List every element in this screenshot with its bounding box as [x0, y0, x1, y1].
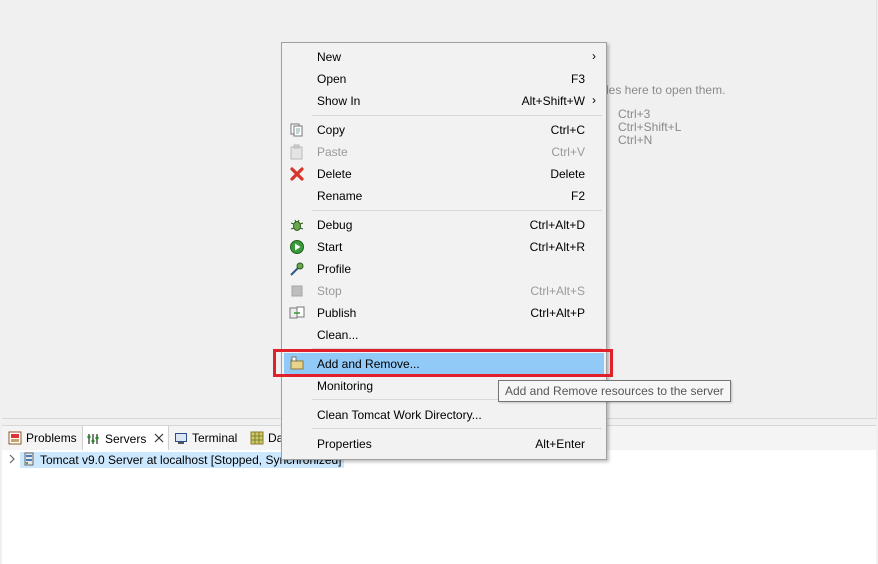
- tomcat-server-icon: [22, 452, 36, 469]
- menu-item-clean-tomcat-work-directory[interactable]: Clean Tomcat Work Directory...: [284, 404, 604, 426]
- menu-item-stop[interactable]: Stop Ctrl+Alt+S: [284, 280, 604, 302]
- menu-item-label: Rename: [317, 189, 363, 203]
- menu-item-start[interactable]: Start Ctrl+Alt+R: [284, 236, 604, 258]
- profile-icon: [289, 261, 305, 277]
- close-tab-icon[interactable]: [154, 432, 164, 446]
- menu-item-label: Properties: [317, 437, 372, 451]
- debug-icon: [289, 217, 305, 233]
- annotation-highlight-box: [273, 349, 613, 377]
- menu-item-rename[interactable]: Rename F2: [284, 185, 604, 207]
- start-icon: [289, 239, 305, 255]
- menu-item-label: Paste: [317, 145, 348, 159]
- menu-item-label: Open: [317, 72, 347, 86]
- tooltip: Add and Remove resources to the server: [498, 380, 731, 402]
- menu-item-open[interactable]: Open F3: [284, 68, 604, 90]
- menu-separator: [312, 428, 602, 429]
- paste-icon: [289, 144, 305, 160]
- stop-icon: [289, 283, 305, 299]
- servers-icon: [87, 432, 101, 446]
- terminal-icon: [174, 431, 188, 445]
- tab-terminal-label: Terminal: [192, 431, 238, 445]
- menu-item-label: New: [317, 50, 342, 64]
- menu-item-accel: Alt+Shift+W: [521, 94, 585, 108]
- menu-item-accel: Ctrl+C: [550, 123, 585, 137]
- menu-item-accel: Ctrl+V: [551, 145, 585, 159]
- menu-item-label: Delete: [317, 167, 352, 181]
- menu-item-label: Monitoring: [317, 379, 374, 393]
- publish-icon: [289, 305, 305, 321]
- menu-item-accel: Ctrl+Alt+D: [529, 218, 585, 232]
- menu-item-accel: Ctrl+Alt+P: [530, 306, 585, 320]
- tab-servers-label: Servers: [105, 431, 147, 446]
- menu-item-copy[interactable]: Copy Ctrl+C: [284, 119, 604, 141]
- menu-item-accel: Ctrl+Alt+S: [530, 284, 585, 298]
- submenu-arrow-icon: ›: [592, 93, 596, 107]
- menu-item-clean[interactable]: Clean...: [284, 324, 604, 346]
- menu-item-label: Start: [317, 240, 343, 254]
- delete-icon: [289, 166, 305, 182]
- menu-item-accel: Delete: [550, 167, 585, 181]
- menu-item-label: Publish: [317, 306, 357, 320]
- menu-item-publish[interactable]: Publish Ctrl+Alt+P: [284, 302, 604, 324]
- menu-item-accel: Ctrl+Alt+R: [529, 240, 585, 254]
- servers-view: Tomcat v9.0 Server at localhost [Stopped…: [2, 450, 876, 564]
- menu-item-profile[interactable]: Profile: [284, 258, 604, 280]
- menu-item-accel: F3: [570, 72, 585, 86]
- shortcut-hint-1: Ctrl+3: [618, 107, 651, 121]
- submenu-arrow-icon: ›: [592, 49, 596, 63]
- menu-item-new[interactable]: New ›: [284, 46, 604, 68]
- drop-files-hint: les here to open them.: [606, 83, 726, 97]
- tooltip-text: Add and Remove resources to the server: [505, 384, 724, 398]
- tab-servers[interactable]: Servers: [82, 426, 170, 451]
- problems-icon: [8, 431, 22, 445]
- chevron-right-icon[interactable]: [8, 453, 16, 467]
- copy-icon: [289, 122, 305, 138]
- menu-separator: [312, 115, 602, 116]
- shortcut-hint-2: Ctrl+Shift+L: [618, 120, 682, 134]
- menu-item-label: Copy: [317, 123, 346, 137]
- menu-item-paste[interactable]: Paste Ctrl+V: [284, 141, 604, 163]
- menu-item-accel: Alt+Enter: [535, 437, 585, 451]
- menu-item-label: Stop: [317, 284, 342, 298]
- menu-item-debug[interactable]: Debug Ctrl+Alt+D: [284, 214, 604, 236]
- menu-item-label: Clean...: [317, 328, 359, 342]
- menu-item-label: Profile: [317, 262, 352, 276]
- menu-item-label: Show In: [317, 94, 361, 108]
- menu-item-show-in[interactable]: Show In Alt+Shift+W ›: [284, 90, 604, 112]
- menu-item-label: Debug: [317, 218, 353, 232]
- tab-problems-label: Problems: [26, 431, 77, 445]
- tab-problems[interactable]: Problems: [4, 426, 81, 450]
- menu-separator: [312, 210, 602, 211]
- menu-item-label: Clean Tomcat Work Directory...: [317, 408, 482, 422]
- menu-item-accel: F2: [570, 189, 585, 203]
- shortcut-hint-3: Ctrl+N: [618, 133, 653, 147]
- data-source-icon: [250, 431, 264, 445]
- menu-item-properties[interactable]: Properties Alt+Enter: [284, 433, 604, 455]
- menu-item-delete[interactable]: Delete Delete: [284, 163, 604, 185]
- tab-terminal[interactable]: Terminal: [170, 426, 241, 450]
